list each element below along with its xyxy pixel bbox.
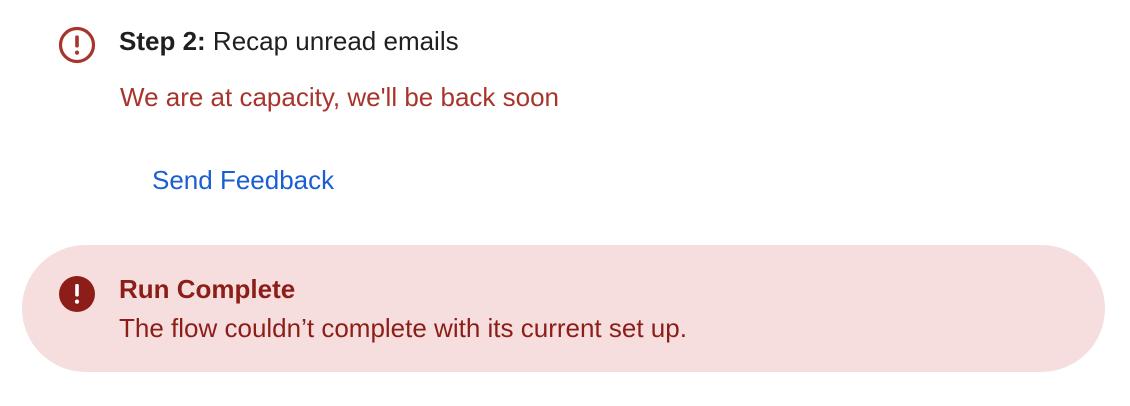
step-error-message: We are at capacity, we'll be back soon: [120, 82, 560, 112]
send-feedback-link[interactable]: Send Feedback: [152, 163, 334, 197]
error-outline-icon: [58, 26, 96, 64]
error-filled-icon: [58, 275, 96, 313]
banner-message: The flow couldn’t complete with its curr…: [119, 313, 687, 343]
banner-title: Run Complete: [119, 274, 296, 304]
step-heading: Step 2: Recap unread emails: [119, 24, 459, 58]
step-title: Recap unread emails: [212, 26, 459, 56]
run-status-banner: Run Complete The flow couldn’t complete …: [22, 245, 1105, 372]
step-number-label: Step 2:: [119, 26, 206, 56]
